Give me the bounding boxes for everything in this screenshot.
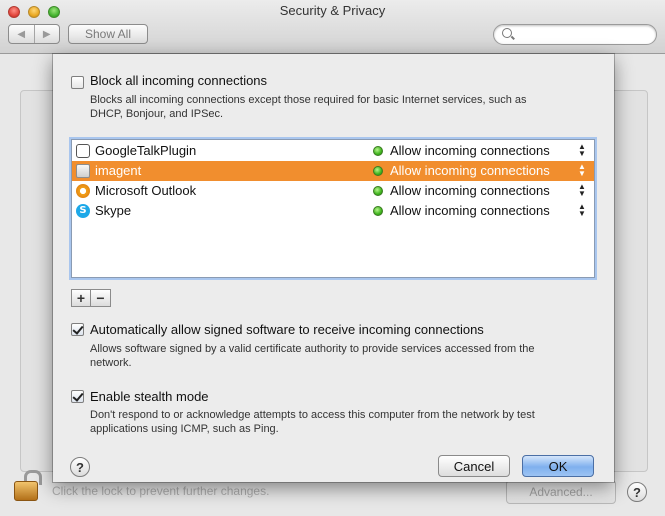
- show-all-button[interactable]: Show All: [68, 24, 148, 44]
- outlook-icon: [76, 184, 90, 198]
- lock-icon[interactable]: [14, 470, 42, 501]
- stealth-mode-description: Don't respond to or acknowledge attempts…: [90, 409, 535, 435]
- remove-app-button[interactable]: −: [91, 289, 111, 307]
- back-arrow-icon[interactable]: ◀: [9, 25, 34, 43]
- back-forward-control: ◀ ▶: [8, 24, 60, 44]
- cancel-button[interactable]: Cancel: [438, 455, 510, 477]
- connection-status-popup[interactable]: Allow incoming connections: [390, 203, 550, 218]
- block-all-checkbox[interactable]: [71, 76, 84, 89]
- popup-arrows-icon[interactable]: ▲ ▼: [578, 163, 586, 178]
- block-all-label: Block all incoming connections: [90, 73, 268, 88]
- connection-status-popup[interactable]: Allow incoming connections: [390, 163, 550, 178]
- search-icon: [502, 28, 512, 38]
- app-name: Skype: [95, 203, 132, 218]
- connection-status-popup[interactable]: Allow incoming connections: [390, 183, 550, 198]
- chat-bubble-icon: [76, 144, 90, 158]
- block-all-description: Blocks all incoming connections except t…: [90, 94, 527, 120]
- stealth-mode-checkbox[interactable]: [71, 390, 84, 403]
- help-button[interactable]: ?: [627, 482, 647, 502]
- app-row[interactable]: S Skype Allow incoming connections ▲ ▼: [72, 201, 594, 221]
- add-remove-buttons: + −: [71, 289, 111, 307]
- popup-arrows-icon[interactable]: ▲ ▼: [578, 203, 586, 218]
- popup-arrows-icon[interactable]: ▲ ▼: [578, 183, 586, 198]
- ok-button[interactable]: OK: [522, 455, 594, 477]
- auto-allow-signed-checkbox[interactable]: [71, 323, 84, 336]
- status-dot-icon: [373, 206, 383, 216]
- advanced-button[interactable]: Advanced...: [506, 480, 616, 504]
- stealth-mode-label: Enable stealth mode: [90, 389, 209, 404]
- lock-hint-text: Click the lock to prevent further change…: [52, 484, 270, 498]
- app-row[interactable]: imagent Allow incoming connections ▲ ▼: [72, 161, 594, 181]
- imagent-icon: [76, 164, 90, 178]
- status-dot-icon: [373, 146, 383, 156]
- status-dot-icon: [373, 186, 383, 196]
- window-titlebar: Security & Privacy ◀ ▶ Show All: [0, 0, 665, 54]
- search-field[interactable]: [493, 24, 657, 45]
- firewall-options-sheet: Block all incoming connections Blocks al…: [53, 54, 614, 482]
- auto-allow-signed-label: Automatically allow signed software to r…: [90, 322, 484, 337]
- app-row[interactable]: GoogleTalkPlugin Allow incoming connectio…: [72, 141, 594, 161]
- connection-status-popup[interactable]: Allow incoming connections: [390, 143, 550, 158]
- sheet-help-button[interactable]: ?: [70, 457, 90, 477]
- window-title: Security & Privacy: [279, 3, 386, 18]
- app-row[interactable]: Microsoft Outlook Allow incoming connecti…: [72, 181, 594, 201]
- skype-icon: S: [76, 204, 90, 218]
- application-list[interactable]: GoogleTalkPlugin Allow incoming connectio…: [71, 139, 595, 278]
- app-name: imagent: [95, 163, 142, 178]
- add-app-button[interactable]: +: [71, 289, 91, 307]
- status-dot-icon: [373, 166, 383, 176]
- forward-arrow-icon[interactable]: ▶: [33, 25, 60, 43]
- popup-arrows-icon[interactable]: ▲ ▼: [578, 143, 586, 158]
- app-name: GoogleTalkPlugin: [95, 143, 197, 158]
- auto-allow-signed-description: Allows software signed by a valid certif…: [90, 343, 535, 369]
- app-name: Microsoft Outlook: [95, 183, 197, 198]
